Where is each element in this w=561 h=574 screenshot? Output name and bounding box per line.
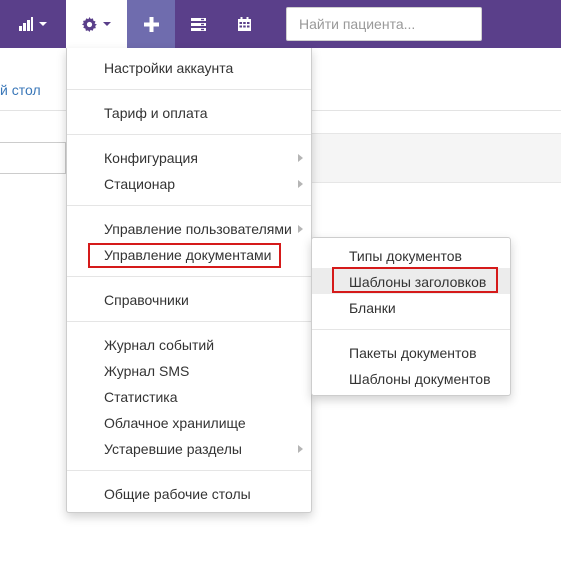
- submenu-item-doc-templates[interactable]: Шаблоны документов: [349, 370, 491, 388]
- menu-divider: [67, 321, 311, 322]
- desk-link[interactable]: й стол: [0, 82, 41, 98]
- menu-item-configuration[interactable]: Конфигурация: [104, 149, 198, 167]
- documents-submenu: Типы документов Шаблоны заголовков Бланк…: [311, 237, 511, 396]
- list-icon: [190, 17, 206, 31]
- menu-divider: [67, 276, 311, 277]
- chevron-down-icon: [39, 22, 47, 26]
- menu-item-statistics[interactable]: Статистика: [104, 388, 178, 406]
- chevron-right-icon: [298, 225, 303, 233]
- menu-divider: [67, 134, 311, 135]
- menu-item-cloud-storage[interactable]: Облачное хранилище: [104, 414, 246, 432]
- stats-menu-button[interactable]: [0, 0, 66, 48]
- settings-menu-button[interactable]: [66, 0, 127, 48]
- filter-input[interactable]: [0, 142, 66, 174]
- bar-chart-icon: [19, 17, 33, 31]
- add-button[interactable]: [127, 0, 175, 48]
- chevron-right-icon: [298, 445, 303, 453]
- menu-item-directories[interactable]: Справочники: [104, 291, 189, 309]
- gear-icon: [82, 16, 97, 32]
- submenu-item-doc-packages[interactable]: Пакеты документов: [349, 344, 477, 362]
- menu-divider: [312, 329, 510, 330]
- submenu-item-doc-types[interactable]: Типы документов: [349, 247, 462, 265]
- menu-divider: [67, 89, 311, 90]
- menu-divider: [67, 205, 311, 206]
- menu-item-users[interactable]: Управление пользователями: [104, 220, 292, 238]
- submenu-item-blanks[interactable]: Бланки: [349, 299, 396, 317]
- chevron-right-icon: [298, 154, 303, 162]
- patient-search-input[interactable]: [286, 7, 482, 41]
- menu-item-legacy[interactable]: Устаревшие разделы: [104, 440, 242, 458]
- menu-item-hospital[interactable]: Стационар: [104, 175, 175, 193]
- menu-item-shared-desks[interactable]: Общие рабочие столы: [104, 485, 251, 503]
- calendar-button[interactable]: [221, 0, 267, 48]
- chevron-right-icon: [298, 180, 303, 188]
- settings-dropdown-menu: Настройки аккаунта Тариф и оплата Конфиг…: [66, 48, 312, 513]
- menu-item-sms-log[interactable]: Журнал SMS: [104, 362, 189, 380]
- top-navbar: [0, 0, 561, 48]
- calendar-icon: [237, 17, 251, 31]
- menu-item-documents[interactable]: Управление документами: [104, 246, 271, 264]
- submenu-item-header-templates[interactable]: Шаблоны заголовков: [349, 273, 486, 291]
- plus-icon: [143, 16, 159, 32]
- menu-item-event-log[interactable]: Журнал событий: [104, 336, 214, 354]
- list-button[interactable]: [175, 0, 221, 48]
- menu-item-tariff[interactable]: Тариф и оплата: [104, 104, 208, 122]
- menu-item-account-settings[interactable]: Настройки аккаунта: [104, 59, 233, 77]
- menu-divider: [67, 470, 311, 471]
- chevron-down-icon: [103, 22, 111, 26]
